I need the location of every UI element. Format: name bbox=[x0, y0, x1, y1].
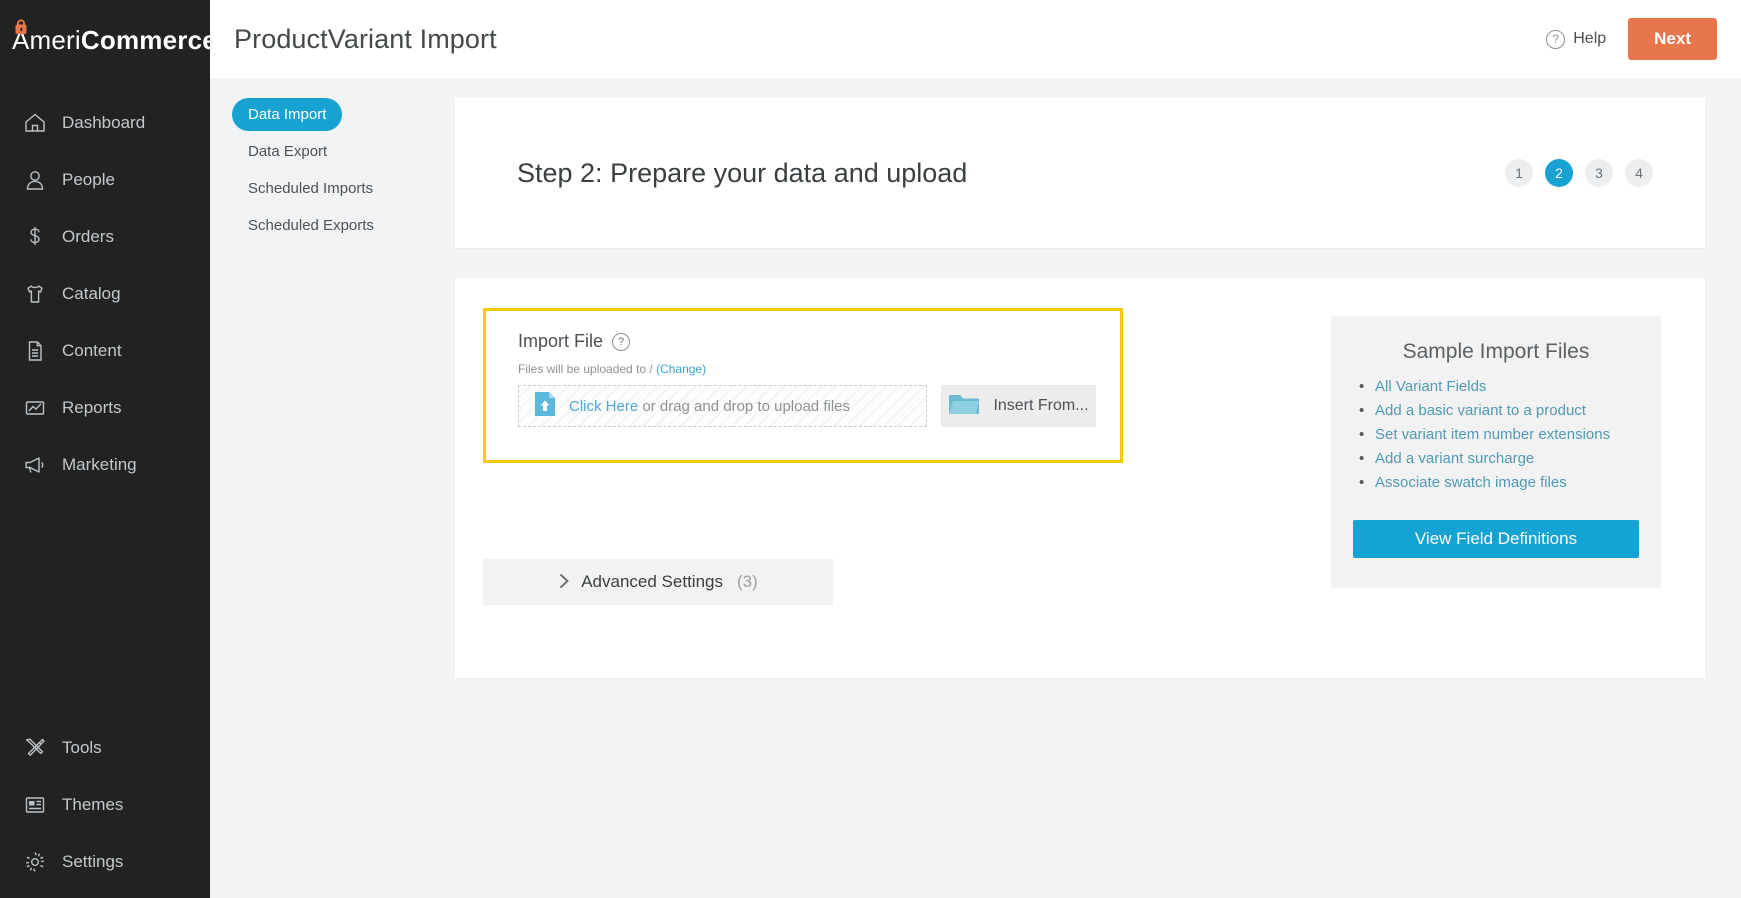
sidebar-item-label: Tools bbox=[62, 737, 102, 757]
sidebar-item-label: Catalog bbox=[62, 283, 121, 303]
sample-panel-title: Sample Import Files bbox=[1402, 340, 1590, 363]
gear-icon bbox=[14, 849, 56, 875]
brand-name: AmeriCommerce bbox=[12, 25, 217, 56]
card-gap bbox=[455, 248, 1705, 278]
question-circle-icon: ? bbox=[1546, 29, 1566, 49]
step-dot-3[interactable]: 3 bbox=[1585, 159, 1613, 187]
sidebar-item-reports[interactable]: Reports bbox=[0, 379, 210, 436]
change-destination-link[interactable]: (Change) bbox=[656, 362, 706, 376]
step-indicator: 1 2 3 4 bbox=[1505, 159, 1653, 187]
step-header-card: Step 2: Prepare your data and upload 1 2… bbox=[455, 98, 1705, 248]
page-title: ProductVariant Import bbox=[234, 23, 497, 54]
hammer-wrench-icon bbox=[14, 735, 56, 761]
sidebar-item-label: Dashboard bbox=[62, 112, 146, 132]
chevron-right-icon bbox=[558, 572, 571, 593]
insert-from-button[interactable]: Insert From... bbox=[941, 385, 1096, 427]
list-item[interactable]: Add a basic variant to a product bbox=[1359, 402, 1639, 419]
subnav-item-data-import[interactable]: Data Import bbox=[232, 98, 343, 131]
sidebar-item-orders[interactable]: Orders bbox=[0, 208, 210, 265]
help-label: Help bbox=[1573, 30, 1607, 47]
step-dot-1[interactable]: 1 bbox=[1505, 159, 1533, 187]
subnav-item-scheduled-exports[interactable]: Scheduled Exports bbox=[232, 209, 390, 242]
step-dot-2[interactable]: 2 bbox=[1545, 159, 1573, 187]
sample-files-list: All Variant Fields Add a basic variant t… bbox=[1353, 378, 1639, 491]
list-item[interactable]: Set variant item number extensions bbox=[1359, 426, 1639, 443]
sidebar-item-tools[interactable]: Tools bbox=[0, 719, 210, 776]
top-bar: ProductVariant Import ? Help Next bbox=[210, 0, 1741, 78]
person-icon bbox=[14, 167, 56, 193]
top-bar-actions: ? Help Next bbox=[1546, 18, 1717, 60]
sidebar-item-label: Content bbox=[62, 340, 122, 360]
sidebar-item-label: Settings bbox=[62, 851, 124, 871]
layout-icon bbox=[14, 792, 56, 818]
advanced-settings-count: (3) bbox=[736, 572, 758, 591]
upload-left-column: Import File ? Files will be uploaded to … bbox=[483, 308, 1123, 638]
dollar-icon bbox=[14, 224, 56, 250]
upload-right-column: Sample Import Files All Variant Fields A… bbox=[1331, 308, 1661, 638]
sidebar-item-catalog[interactable]: Catalog bbox=[0, 265, 210, 322]
home-icon bbox=[14, 110, 56, 136]
tshirt-icon bbox=[14, 281, 56, 307]
upload-card: Import File ? Files will be uploaded to … bbox=[455, 278, 1705, 678]
sidebar-item-marketing[interactable]: Marketing bbox=[0, 436, 210, 493]
sidebar-item-themes[interactable]: Themes bbox=[0, 776, 210, 833]
sidebar-item-label: Marketing bbox=[62, 454, 137, 474]
help-button[interactable]: ? Help bbox=[1546, 29, 1607, 49]
chart-icon bbox=[14, 395, 56, 421]
step-title: Step 2: Prepare your data and upload bbox=[517, 157, 968, 188]
main-area: ProductVariant Import ? Help Next Data I… bbox=[210, 0, 1741, 898]
list-item[interactable]: Associate swatch image files bbox=[1359, 474, 1639, 491]
subnav-item-scheduled-imports[interactable]: Scheduled Imports bbox=[232, 172, 389, 205]
content-column: Step 2: Prepare your data and upload 1 2… bbox=[455, 78, 1741, 898]
upload-controls-row: Click Here or drag and drop to upload fi… bbox=[518, 385, 1096, 427]
next-button[interactable]: Next bbox=[1628, 18, 1717, 60]
sidebar-item-dashboard[interactable]: Dashboard bbox=[0, 94, 210, 151]
import-file-title: Import File bbox=[518, 331, 604, 351]
lock-bag-icon bbox=[12, 18, 32, 38]
subnav-item-data-export[interactable]: Data Export bbox=[232, 135, 343, 168]
step-dot-4[interactable]: 4 bbox=[1625, 159, 1653, 187]
upload-destination-text: Files will be uploaded to / bbox=[518, 362, 657, 376]
dropzone-click-link[interactable]: Click Here bbox=[569, 398, 638, 415]
document-icon bbox=[14, 338, 56, 364]
brand-name-part2: Commerce bbox=[80, 24, 217, 55]
sidebar-item-label: Orders bbox=[62, 226, 114, 246]
sidebar-nav: Dashboard People Orders Catalog Content … bbox=[0, 80, 210, 493]
file-upload-icon bbox=[533, 391, 557, 422]
sidebar-item-label: Reports bbox=[62, 397, 122, 417]
sidebar-item-content[interactable]: Content bbox=[0, 322, 210, 379]
sidebar: AmeriCommerce Dashboard People Orders Ca… bbox=[0, 0, 217, 898]
import-file-box: Import File ? Files will be uploaded to … bbox=[483, 308, 1123, 463]
advanced-settings-toggle[interactable]: Advanced Settings (3) bbox=[483, 559, 833, 605]
sidebar-item-people[interactable]: People bbox=[0, 151, 210, 208]
folder-icon bbox=[948, 392, 980, 420]
list-item[interactable]: Add a variant surcharge bbox=[1359, 450, 1639, 467]
view-field-definitions-button[interactable]: View Field Definitions bbox=[1353, 520, 1639, 558]
file-dropzone[interactable]: Click Here or drag and drop to upload fi… bbox=[518, 385, 927, 427]
body-area: Data Import Data Export Scheduled Import… bbox=[210, 78, 1741, 898]
dropzone-hint: or drag and drop to upload files bbox=[638, 397, 850, 415]
brand-logo[interactable]: AmeriCommerce bbox=[0, 0, 217, 80]
sidebar-bottom-nav: Tools Themes Settings bbox=[0, 719, 210, 898]
insert-from-label: Insert From... bbox=[993, 397, 1089, 414]
app-root: AmeriCommerce Dashboard People Orders Ca… bbox=[0, 0, 1741, 898]
dropzone-text: Click Here or drag and drop to upload fi… bbox=[569, 398, 850, 415]
import-file-header: Import File ? bbox=[518, 331, 1096, 352]
sidebar-item-label: People bbox=[62, 169, 115, 189]
sample-import-files-panel: Sample Import Files All Variant Fields A… bbox=[1331, 316, 1661, 588]
upload-destination-note: Files will be uploaded to / (Change) bbox=[518, 362, 1096, 376]
megaphone-icon bbox=[14, 452, 56, 478]
advanced-settings-label: Advanced Settings bbox=[581, 572, 723, 591]
list-item[interactable]: All Variant Fields bbox=[1359, 378, 1639, 395]
secondary-nav: Data Import Data Export Scheduled Import… bbox=[210, 78, 455, 898]
sidebar-item-label: Themes bbox=[62, 794, 124, 814]
sidebar-item-settings[interactable]: Settings bbox=[0, 833, 210, 890]
question-circle-icon[interactable]: ? bbox=[612, 332, 631, 351]
